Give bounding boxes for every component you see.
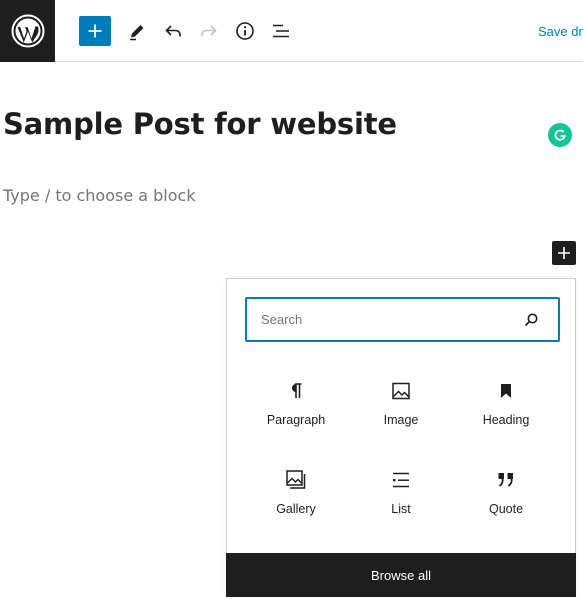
heading-icon [494,379,518,403]
gallery-icon [284,468,308,492]
block-item-label: Image [383,413,419,427]
paragraph-icon [284,379,308,403]
post-title[interactable]: Sample Post for website [3,107,397,141]
add-block-button[interactable] [552,241,576,265]
plus-icon [88,24,102,38]
info-icon [236,22,254,40]
tools-button[interactable] [122,16,152,46]
quote-icon [494,468,518,492]
block-item-quote[interactable]: Quote [454,456,558,532]
list-view-icon [273,24,289,38]
block-inserter-popover: Paragraph Image Heading Gallery [226,278,576,597]
image-icon [389,379,413,403]
list-icon [389,468,413,492]
editor-header: Save draft [0,0,583,62]
undo-icon [165,25,181,37]
block-item-list[interactable]: List [349,456,453,532]
block-item-gallery[interactable]: Gallery [244,456,348,532]
search-icon [521,310,541,330]
toggle-block-inserter-button[interactable] [79,16,111,46]
block-item-heading[interactable]: Heading [454,367,558,443]
undo-button[interactable] [158,16,188,46]
plus-icon [558,247,570,259]
grammarly-icon[interactable] [548,123,572,147]
block-item-label: List [391,502,411,516]
search-input[interactable] [247,299,517,340]
pencil-icon [130,25,144,41]
block-item-paragraph[interactable]: Paragraph [244,367,348,443]
block-item-label: Paragraph [266,413,326,427]
block-item-image[interactable]: Image [349,367,453,443]
list-view-button[interactable] [266,16,296,46]
block-item-label: Quote [488,502,524,516]
browse-all-button[interactable]: Browse all [226,553,576,597]
block-item-label: Gallery [276,502,316,516]
redo-icon [201,25,217,37]
block-placeholder[interactable]: Type / to choose a block [3,186,196,205]
save-draft-button[interactable]: Save draft [538,24,583,39]
wordpress-logo-icon[interactable] [0,0,55,62]
redo-button[interactable] [194,16,224,46]
block-item-label: Heading [482,413,530,427]
block-search [245,297,560,342]
details-button[interactable] [230,16,260,46]
